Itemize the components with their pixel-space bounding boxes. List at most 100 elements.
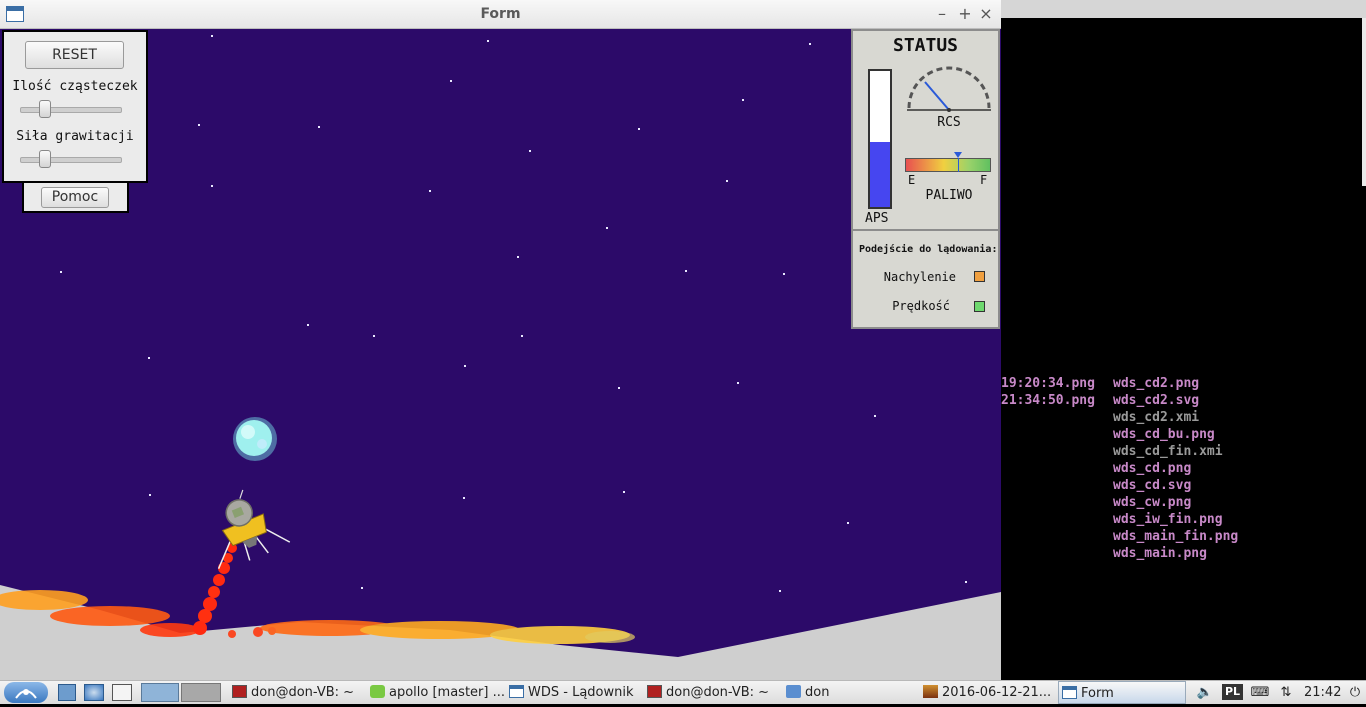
- file-manager-icon[interactable]: [58, 684, 76, 701]
- qt-creator-icon: [370, 685, 385, 698]
- browser-icon[interactable]: [84, 684, 104, 701]
- star: [737, 382, 739, 384]
- window-icon: [509, 685, 524, 698]
- star: [809, 43, 811, 45]
- network-icon[interactable]: ⇅: [1276, 683, 1296, 703]
- task-terminal-1[interactable]: don@don-VB: ~: [232, 681, 362, 704]
- particles-slider-label: Ilość cząsteczek: [12, 79, 138, 94]
- keyboard-layout-indicator[interactable]: PL: [1222, 684, 1244, 700]
- rcs-gauge: [907, 66, 991, 112]
- fuel-gauge: [905, 158, 991, 172]
- clock[interactable]: 21:42: [1304, 683, 1341, 703]
- terminal-scrollbar[interactable]: [1362, 18, 1366, 186]
- terminal-timestamp: 19:20:34.png: [1001, 376, 1095, 391]
- maximize-button[interactable]: +: [956, 4, 974, 24]
- power-icon[interactable]: ⏻: [1346, 683, 1364, 703]
- terminal-filename: wds_main_fin.png: [1113, 529, 1239, 544]
- volume-icon[interactable]: 🔈: [1195, 683, 1215, 703]
- task-image-viewer[interactable]: 2016-06-12-21...: [923, 681, 1053, 704]
- star: [211, 35, 213, 37]
- taskbar: don@don-VB: ~ apollo [master] ... WDS - …: [0, 680, 1366, 704]
- terminal-filename: wds_cd.svg: [1113, 478, 1192, 493]
- terminal-filename: wds_cd_fin.xmi: [1113, 444, 1223, 459]
- folder-icon: [786, 685, 801, 698]
- terminal-filename: wds_cd2.xmi: [1113, 410, 1200, 425]
- aps-label: APS: [865, 211, 889, 226]
- help-button[interactable]: Pomoc: [41, 187, 109, 208]
- fuel-label: PALIWO: [925, 188, 973, 203]
- workspace-2[interactable]: [181, 683, 221, 702]
- star: [685, 270, 687, 272]
- task-qt-creator[interactable]: apollo [master] ...: [370, 681, 505, 704]
- tilt-indicator: [974, 271, 985, 282]
- star: [307, 324, 309, 326]
- star: [783, 273, 785, 275]
- terminal-filename: wds_main.png: [1113, 546, 1207, 561]
- minimize-button[interactable]: –: [933, 4, 951, 24]
- star: [623, 491, 625, 493]
- speed-label: Prędkość: [892, 299, 950, 313]
- landing-approach-title: Podejście do lądowania:: [859, 244, 998, 255]
- star: [638, 128, 640, 130]
- star: [450, 80, 452, 82]
- workspace-1[interactable]: [141, 683, 179, 702]
- terminal-window[interactable]: 19:20:34.png wds_cd2.png 21:34:50.png wds_c…: [1001, 18, 1366, 680]
- window-title: Form: [480, 6, 521, 22]
- window-titlebar[interactable]: Form – + ×: [0, 0, 1001, 29]
- terminal-timestamp: 21:34:50.png: [1001, 393, 1095, 408]
- terminal-titlebar: [1001, 0, 1366, 18]
- keyboard-icon[interactable]: ⌨: [1250, 683, 1270, 703]
- particles-slider-track[interactable]: [20, 107, 122, 113]
- speed-indicator: [974, 301, 985, 312]
- terminal-filename: wds_cd2.svg: [1113, 393, 1200, 408]
- star: [521, 335, 523, 337]
- form-window: Form – + × RESET Ilość cząsteczek Siła g…: [0, 0, 1001, 680]
- star: [847, 522, 849, 524]
- star: [198, 124, 200, 126]
- star: [529, 150, 531, 152]
- particles-slider-handle[interactable]: [39, 100, 51, 118]
- gravity-slider-label: Siła grawitacji: [16, 129, 134, 144]
- star: [779, 590, 781, 592]
- show-desktop-icon[interactable]: [112, 684, 132, 701]
- reset-button[interactable]: RESET: [25, 41, 124, 69]
- task-wds-lander[interactable]: WDS - Lądownik: [509, 681, 639, 704]
- star: [726, 180, 728, 182]
- task-terminal-2[interactable]: don@don-VB: ~: [647, 681, 777, 704]
- star: [429, 190, 431, 192]
- start-menu-button[interactable]: [4, 682, 48, 703]
- task-folder-don[interactable]: don: [786, 681, 916, 704]
- close-button[interactable]: ×: [977, 4, 995, 24]
- star: [149, 494, 151, 496]
- star: [211, 185, 213, 187]
- terminal-filename: wds_cw.png: [1113, 495, 1192, 510]
- fuel-level-line: [958, 158, 960, 172]
- terminal-icon: [232, 685, 247, 698]
- gravity-slider-handle[interactable]: [39, 150, 51, 168]
- terminal-filename: wds_iw_fin.png: [1113, 512, 1223, 527]
- star: [517, 256, 519, 258]
- terminal-icon: [647, 685, 662, 698]
- fuel-full-label: F: [980, 173, 988, 187]
- aps-gauge: [868, 69, 892, 209]
- star: [361, 587, 363, 589]
- tilt-label: Nachylenie: [883, 270, 956, 284]
- gravity-slider-track[interactable]: [20, 157, 122, 163]
- terminal-filename: wds_cd.png: [1113, 461, 1192, 476]
- image-icon: [923, 685, 938, 698]
- star: [742, 99, 744, 101]
- star: [60, 271, 62, 273]
- terminal-filename: wds_cd2.png: [1113, 376, 1200, 391]
- star: [618, 387, 620, 389]
- rcs-label: RCS: [937, 115, 961, 130]
- star: [606, 227, 608, 229]
- terminal-filename: wds_cd_bu.png: [1113, 427, 1215, 442]
- window-icon: [1062, 686, 1077, 699]
- star: [965, 581, 967, 583]
- status-divider: [853, 229, 998, 231]
- star: [148, 357, 150, 359]
- star: [487, 40, 489, 42]
- star: [463, 497, 465, 499]
- controls-panel: RESET Ilość cząsteczek Siła grawitacji: [2, 30, 148, 183]
- task-form[interactable]: Form: [1058, 681, 1186, 704]
